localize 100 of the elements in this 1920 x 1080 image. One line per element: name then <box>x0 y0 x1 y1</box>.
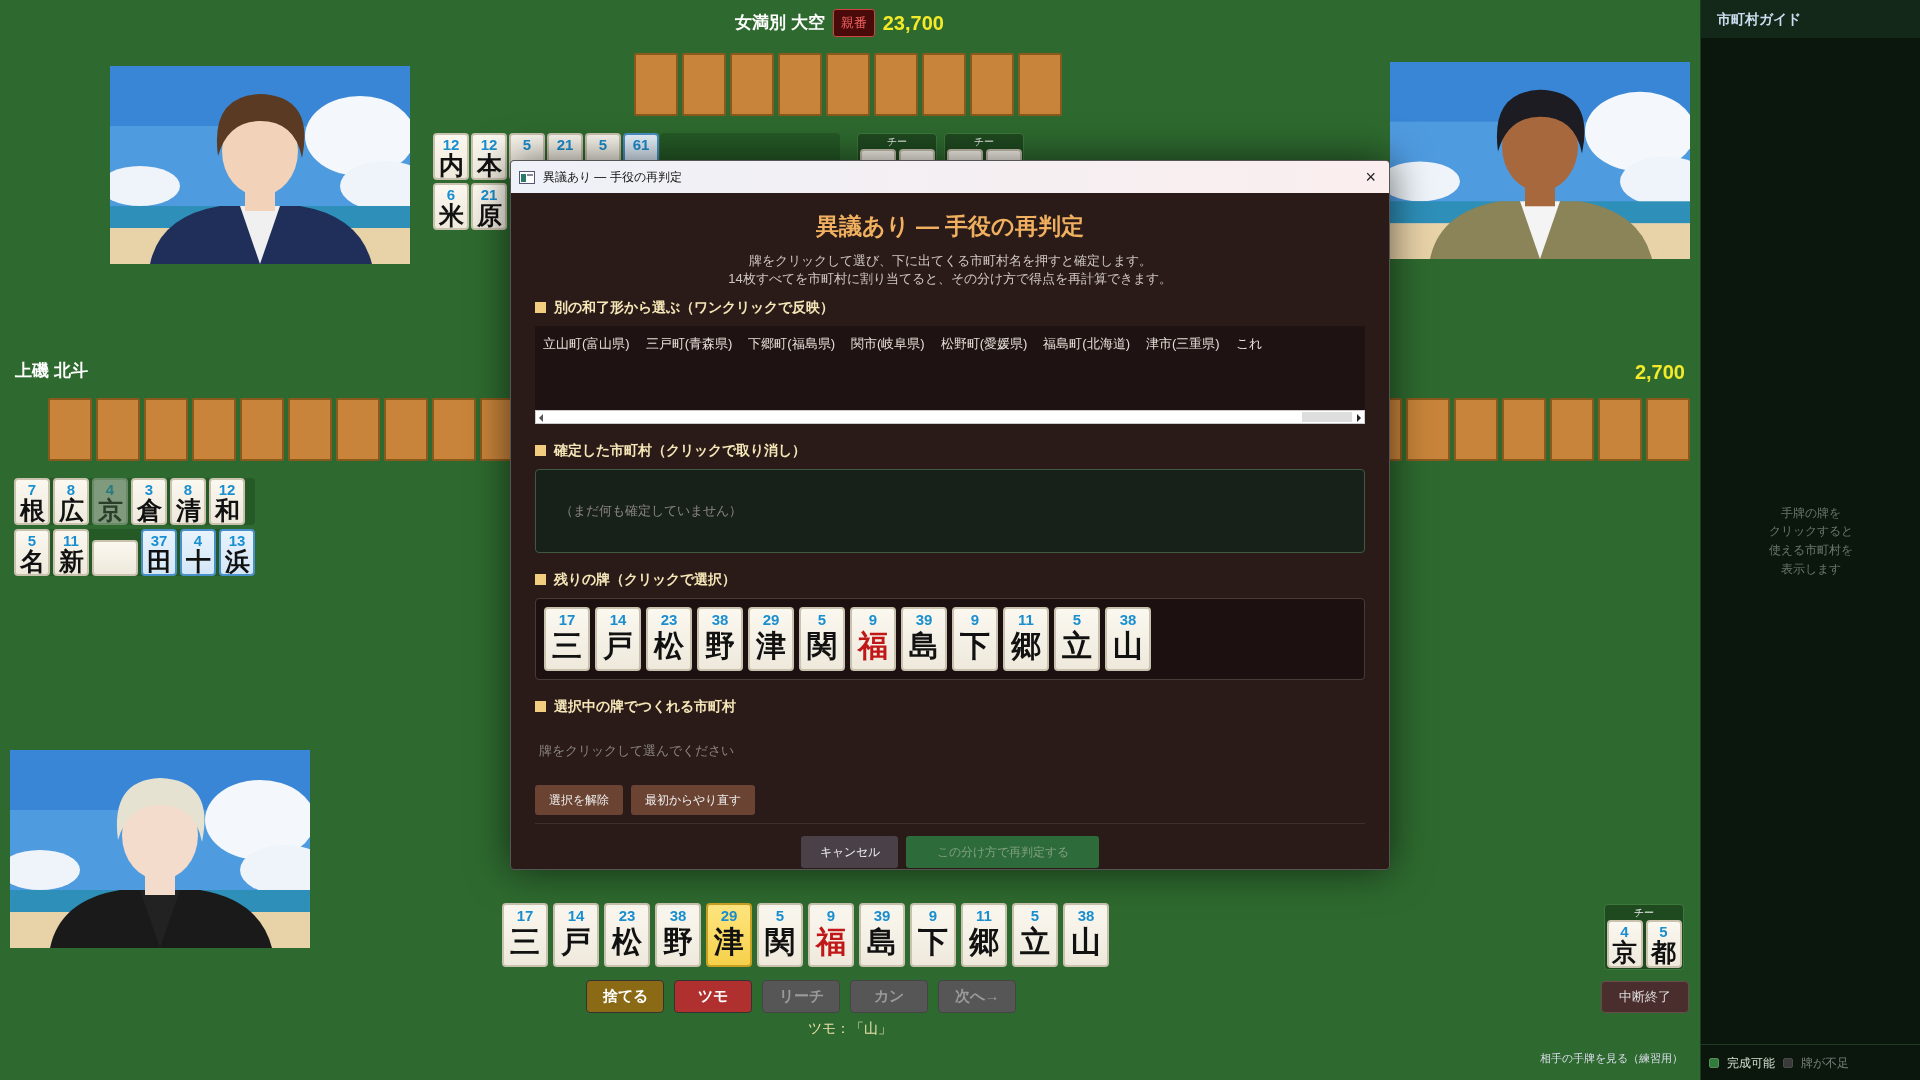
option-chip[interactable]: 福島町(北海道) <box>1043 334 1131 354</box>
option-chip[interactable]: 三戸町(青森県) <box>645 334 733 354</box>
mahjong-tile: 5 名 <box>14 529 50 576</box>
tile-back <box>240 398 284 461</box>
tile-back <box>826 53 870 116</box>
tile-back <box>1598 398 1642 461</box>
tile-back <box>192 398 236 461</box>
section-heading: 別の和了形から選ぶ（ワンクリックで反映） <box>554 298 834 318</box>
mahjong-tile[interactable]: 29 津 <box>706 903 752 967</box>
mahjong-tile: 21 原 <box>471 183 507 230</box>
mahjong-tile[interactable]: 9 下 <box>910 903 956 967</box>
sidebar-title: 市町村ガイド <box>1717 9 1801 29</box>
mahjong-tile: 4 十 <box>180 529 216 576</box>
tile-back <box>922 53 966 116</box>
quit-button[interactable]: 中断終了 <box>1601 981 1689 1013</box>
mahjong-tile[interactable]: 9 福 <box>808 903 854 967</box>
hint-text: 表示します <box>1779 560 1842 578</box>
hint-text: 使える市町村を <box>1768 542 1853 559</box>
tile-back <box>336 398 380 461</box>
mahjong-tile <box>92 540 138 576</box>
mahjong-tile[interactable]: 29 津 <box>748 607 794 672</box>
mahjong-tile[interactable]: 5 関 <box>757 903 803 967</box>
mahjong-tile[interactable]: 17 三 <box>502 903 548 967</box>
tile-back <box>730 53 774 116</box>
mahjong-tile[interactable]: 23 松 <box>646 607 692 672</box>
option-chip[interactable]: 立山町(富山県) <box>543 334 630 354</box>
tile-back <box>48 398 92 461</box>
mahjong-tile[interactable]: 5 立 <box>1054 607 1100 672</box>
hint-text: クリックすると <box>1768 523 1853 541</box>
window-icon <box>519 170 535 184</box>
tile-back <box>634 53 678 116</box>
tile-back <box>432 398 476 461</box>
tile-back <box>1018 53 1062 116</box>
mahjong-tile[interactable]: 5 関 <box>799 607 845 672</box>
meld-group: チー 4 京 5 都 <box>1604 904 1684 970</box>
peek-link[interactable]: 相手の手牌を見る（練習用） <box>1540 1050 1683 1067</box>
square-icon <box>535 574 546 586</box>
mahjong-tile[interactable]: 14 戸 <box>553 903 599 967</box>
mahjong-tile: 12 本 <box>471 133 507 180</box>
tile-back <box>1550 398 1594 461</box>
draw-note: ツモ：「山」 <box>807 1019 893 1038</box>
option-chip[interactable]: 松野町(愛媛県) <box>940 334 1028 354</box>
dialog-button[interactable]: キャンセル <box>801 835 898 868</box>
mahjong-tile: 7 根 <box>14 478 50 525</box>
player-score: 23,700 <box>882 11 944 36</box>
hint-text: 手牌の牌を <box>1779 504 1842 522</box>
mahjong-tile[interactable]: 9 福 <box>850 607 896 672</box>
mahjong-tile[interactable]: 11 郷 <box>961 903 1007 967</box>
mahjong-tile: 8 清 <box>170 478 206 525</box>
tile-back <box>970 53 1014 116</box>
mahjong-tile: 12 和 <box>209 478 245 525</box>
player-name: 上磯 北斗 <box>15 360 88 382</box>
mahjong-tile[interactable]: 17 三 <box>544 607 590 672</box>
tile-back <box>778 53 822 116</box>
mahjong-tile[interactable]: 9 下 <box>952 607 998 672</box>
mahjong-tile[interactable]: 11 郷 <box>1003 607 1049 672</box>
player-score: 2,700 <box>1634 360 1685 385</box>
tile-back <box>384 398 428 461</box>
tile-back <box>1646 398 1690 461</box>
mahjong-tile[interactable]: 39 島 <box>859 903 905 967</box>
mahjong-tile[interactable]: 38 野 <box>697 607 743 672</box>
section-heading: 選択中の牌でつくれる市町村 <box>554 697 736 717</box>
mahjong-tile: 3 倉 <box>131 478 167 525</box>
option-chip[interactable]: 津市(三重県) <box>1146 334 1220 354</box>
tile-back <box>288 398 332 461</box>
mahjong-tile[interactable]: 39 島 <box>901 607 947 672</box>
section-heading: 確定した市町村（クリックで取り消し） <box>554 441 806 461</box>
option-chip[interactable]: 関市(岐阜県) <box>851 334 925 354</box>
close-button[interactable]: × <box>1360 167 1381 187</box>
tile-back <box>1454 398 1498 461</box>
action-button[interactable]: 捨てる <box>586 980 664 1013</box>
tile-back <box>1502 398 1546 461</box>
tile-back <box>144 398 188 461</box>
mahjong-tile: 13 浜 <box>219 529 255 576</box>
mahjong-tile: 8 広 <box>53 478 89 525</box>
description-text: 14枚すべてを市町村に割り当てると、その分け方で得点を再計算できます。 <box>727 270 1173 289</box>
mahjong-tile[interactable]: 38 野 <box>655 903 701 967</box>
mahjong-tile[interactable]: 23 松 <box>604 903 650 967</box>
mahjong-tile: 4 京 <box>1606 920 1643 968</box>
option-chip[interactable]: これ <box>1235 334 1262 354</box>
mahjong-tile: 11 新 <box>53 529 89 576</box>
mahjong-tile[interactable]: 5 立 <box>1012 903 1058 967</box>
action-button[interactable]: 選択を解除 <box>535 784 623 815</box>
square-icon <box>535 445 546 457</box>
action-button[interactable]: ツモ <box>674 980 752 1013</box>
mahjong-tile: 5 都 <box>1645 920 1682 968</box>
placeholder-text: （まだ何も確定していません） <box>560 502 742 521</box>
option-chip[interactable]: 下郷町(福島県) <box>748 334 835 354</box>
mahjong-tile[interactable]: 14 戸 <box>595 607 641 672</box>
dealer-badge: 親番 <box>832 9 875 37</box>
action-button[interactable]: 最初からやり直す <box>631 784 755 815</box>
mahjong-tile[interactable]: 38 山 <box>1063 903 1109 967</box>
tile-back <box>1406 398 1450 461</box>
description-text: 牌をクリックして選び、下に出てくる市町村名を押すと確定します。 <box>747 251 1153 270</box>
legend-label: 完成可能 <box>1727 1054 1775 1072</box>
scrollbar[interactable] <box>535 410 1365 425</box>
mahjong-tile: 4 京 <box>92 478 128 525</box>
section-heading: 残りの牌（クリックで選択） <box>554 570 736 590</box>
mahjong-tile[interactable]: 38 山 <box>1105 607 1151 672</box>
mahjong-tile: 37 田 <box>141 529 177 576</box>
